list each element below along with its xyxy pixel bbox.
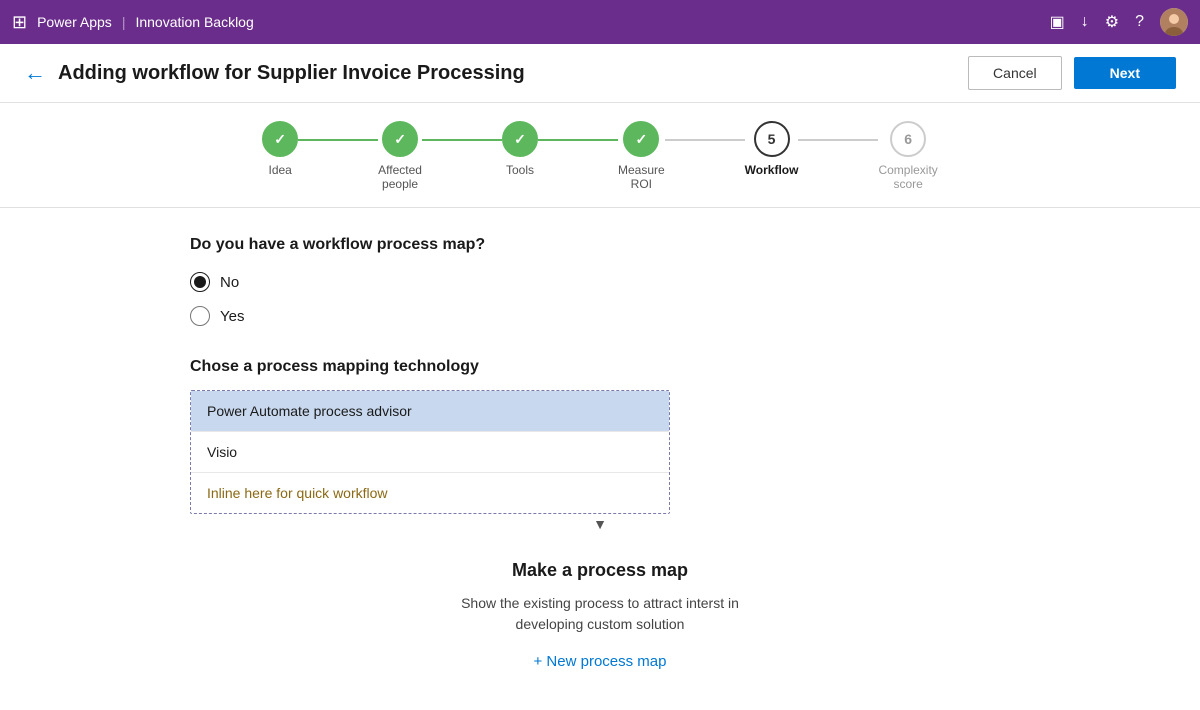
step-circle-workflow: 5 bbox=[754, 121, 790, 157]
connector-4 bbox=[665, 139, 745, 141]
step-label-tools: Tools bbox=[506, 163, 534, 177]
header-row: ← Adding workflow for Supplier Invoice P… bbox=[0, 44, 1200, 103]
step-circle-idea bbox=[262, 121, 298, 157]
step-label-complexity: Complexityscore bbox=[878, 163, 937, 191]
step-label-workflow: Workflow bbox=[745, 163, 799, 177]
connector-1 bbox=[298, 139, 378, 141]
radio-no[interactable]: No bbox=[190, 272, 1010, 292]
dropdown-item-inline[interactable]: Inline here for quick workflow bbox=[191, 473, 669, 513]
make-process-desc: Show the existing process to attract int… bbox=[190, 593, 1010, 635]
step-circle-tools bbox=[502, 121, 538, 157]
radio-yes[interactable]: Yes bbox=[190, 306, 1010, 326]
process-mapping-dropdown[interactable]: Power Automate process advisor Visio Inl… bbox=[190, 390, 670, 514]
main-content: Do you have a workflow process map? No Y… bbox=[150, 208, 1050, 699]
radio-yes-input[interactable] bbox=[190, 306, 210, 326]
connector-5 bbox=[798, 139, 878, 141]
lower-section: Make a process map Show the existing pro… bbox=[190, 560, 1010, 671]
dropdown-arrow-icon: ▼ bbox=[190, 516, 1010, 532]
dropdown-item-label: Inline here for quick workflow bbox=[207, 485, 388, 501]
dropdown-item-label: Visio bbox=[207, 444, 237, 460]
step-tools: Tools bbox=[502, 121, 538, 177]
step-circle-complexity: 6 bbox=[890, 121, 926, 157]
module-name: Innovation Backlog bbox=[135, 14, 253, 30]
step-workflow: 5 Workflow bbox=[745, 121, 799, 177]
radio-group: No Yes bbox=[190, 272, 1010, 326]
step-circle-affected bbox=[382, 121, 418, 157]
stepper: Idea Affectedpeople Tools MeasureROI 5 W… bbox=[0, 103, 1200, 208]
topbar-right: ▣ ↓ ⚙ ? bbox=[1050, 8, 1188, 36]
step-complexity: 6 Complexityscore bbox=[878, 121, 937, 191]
next-button[interactable]: Next bbox=[1074, 57, 1176, 89]
page-title: Adding workflow for Supplier Invoice Pro… bbox=[58, 62, 956, 85]
topbar: ⊞ Power Apps | Innovation Backlog ▣ ↓ ⚙ … bbox=[0, 0, 1200, 44]
checkmark-icon bbox=[514, 131, 526, 148]
checkmark-icon bbox=[274, 131, 286, 148]
app-name: Power Apps bbox=[37, 14, 112, 30]
make-process-title: Make a process map bbox=[190, 560, 1010, 581]
checkmark-icon bbox=[635, 131, 647, 148]
step-label-roi: MeasureROI bbox=[618, 163, 665, 191]
step-label-idea: Idea bbox=[268, 163, 291, 177]
connector-2 bbox=[422, 139, 502, 141]
new-process-button[interactable]: + New process map bbox=[534, 653, 667, 670]
dropdown-item-power-automate[interactable]: Power Automate process advisor bbox=[191, 391, 669, 432]
radio-no-label: No bbox=[220, 274, 239, 291]
workflow-question: Do you have a workflow process map? bbox=[190, 236, 1010, 254]
radio-yes-label: Yes bbox=[220, 308, 244, 325]
radio-no-input[interactable] bbox=[190, 272, 210, 292]
step-label-affected: Affectedpeople bbox=[378, 163, 422, 191]
step-affected-people: Affectedpeople bbox=[378, 121, 422, 191]
grid-icon[interactable]: ⊞ bbox=[12, 12, 27, 33]
step-idea: Idea bbox=[262, 121, 298, 177]
topbar-separator: | bbox=[122, 14, 126, 30]
dropdown-item-visio[interactable]: Visio bbox=[191, 432, 669, 473]
connector-3 bbox=[538, 139, 618, 141]
cancel-button[interactable]: Cancel bbox=[968, 56, 1062, 90]
step-circle-roi bbox=[623, 121, 659, 157]
monitor-icon[interactable]: ▣ bbox=[1050, 12, 1065, 32]
checkmark-icon bbox=[394, 131, 406, 148]
back-button[interactable]: ← bbox=[24, 60, 46, 86]
download-icon[interactable]: ↓ bbox=[1081, 13, 1089, 31]
step-measure-roi: MeasureROI bbox=[618, 121, 665, 191]
process-mapping-title: Chose a process mapping technology bbox=[190, 358, 1010, 376]
user-avatar[interactable] bbox=[1160, 8, 1188, 36]
dropdown-item-label: Power Automate process advisor bbox=[207, 403, 412, 419]
settings-icon[interactable]: ⚙ bbox=[1105, 12, 1119, 32]
help-icon[interactable]: ? bbox=[1135, 13, 1144, 31]
